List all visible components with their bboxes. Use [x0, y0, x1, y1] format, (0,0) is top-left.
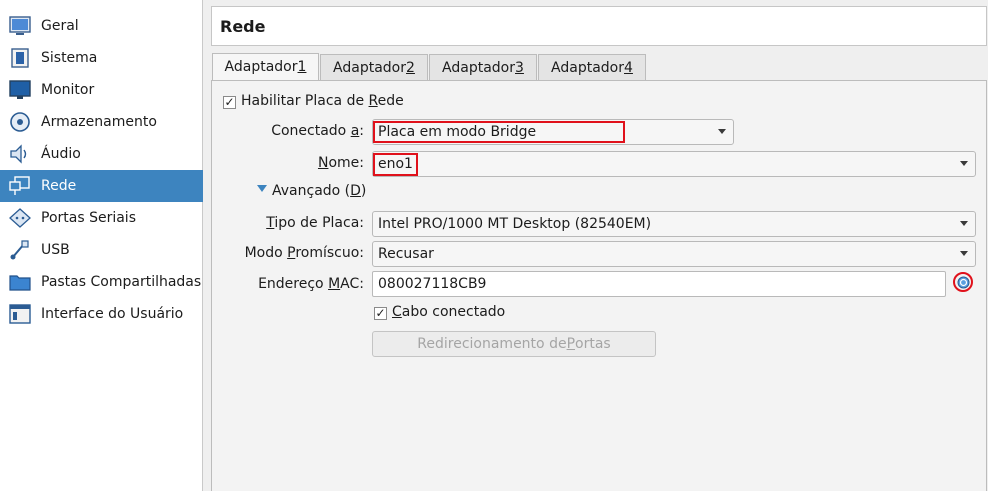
promiscuous-mode-select[interactable]: Recusar	[372, 241, 976, 267]
chevron-down-icon	[960, 221, 968, 226]
expand-arrow-icon[interactable]	[257, 185, 267, 192]
name-label: Nome:	[317, 155, 364, 171]
sidebar-item-label: Geral	[41, 18, 79, 34]
tab-key: 4	[624, 59, 633, 76]
serial-ports-icon	[8, 206, 32, 230]
sidebar-item-monitor[interactable]: Monitor	[0, 74, 203, 106]
enable-adapter-label: Habilitar Placa de Rede	[241, 93, 404, 109]
sidebar-item-label: Armazenamento	[41, 114, 157, 130]
sidebar-item-usb[interactable]: USB	[0, 234, 203, 266]
tab-key: 2	[406, 59, 415, 76]
sidebar-item-sistema[interactable]: Sistema	[0, 42, 203, 74]
sidebar-item-label: Portas Seriais	[41, 210, 136, 226]
settings-sidebar: Geral Sistema Monitor Armazenamento Áudi…	[0, 0, 203, 491]
monitor-icon	[8, 78, 32, 102]
sidebar-item-label: USB	[41, 242, 70, 258]
audio-icon	[8, 142, 32, 166]
tab-label: Adaptador	[551, 59, 625, 76]
tab-adaptador-2[interactable]: Adaptador 2	[320, 54, 428, 80]
main-panel: Rede Adaptador 1 Adaptador 2 Adaptador 3…	[211, 0, 988, 491]
cable-connected-label: Cabo conectado	[392, 304, 506, 320]
attached-to-label: Conectado a:	[271, 123, 364, 139]
name-highlight	[373, 153, 418, 176]
tab-label: Adaptador	[224, 59, 298, 75]
promiscuous-mode-value: Recusar	[378, 246, 434, 262]
adapter-type-select[interactable]: Intel PRO/1000 MT Desktop (82540EM)	[372, 211, 976, 237]
sidebar-item-portas-seriais[interactable]: Portas Seriais	[0, 202, 203, 234]
tab-label: Adaptador	[442, 59, 516, 76]
mac-address-input[interactable]: 080027118CB9	[372, 271, 946, 297]
sidebar-item-label: Interface do Usuário	[41, 306, 184, 322]
sidebar-item-interface-do-usuario[interactable]: Interface do Usuário	[0, 298, 203, 330]
network-icon	[8, 174, 32, 198]
refresh-icon	[957, 276, 969, 288]
refresh-mac-button[interactable]	[953, 272, 973, 292]
chevron-down-icon	[960, 161, 968, 166]
tab-adaptador-4[interactable]: Adaptador 4	[538, 54, 646, 80]
chevron-down-icon	[960, 251, 968, 256]
attached-to-highlight	[373, 121, 625, 143]
chevron-down-icon	[718, 129, 726, 134]
general-icon	[8, 14, 32, 38]
enable-adapter-checkbox[interactable]: ✓	[223, 96, 236, 109]
system-icon	[8, 46, 32, 70]
tab-label: Adaptador	[333, 59, 407, 76]
storage-icon	[8, 110, 32, 134]
sidebar-item-label: Áudio	[41, 146, 81, 162]
tab-key: 3	[515, 59, 524, 76]
name-select[interactable]: eno1	[372, 151, 976, 177]
page-title: Rede	[211, 6, 987, 46]
mac-address-value: 080027118CB9	[378, 276, 487, 292]
adapter-panel: ✓ Habilitar Placa de Rede Conectado a: P…	[211, 80, 987, 491]
tab-adaptador-3[interactable]: Adaptador 3	[429, 54, 537, 80]
adapter-type-label: Tipo de Placa:	[266, 215, 364, 231]
sidebar-item-armazenamento[interactable]: Armazenamento	[0, 106, 203, 138]
advanced-toggle[interactable]: Avançado (D)	[272, 183, 366, 199]
shared-folders-icon	[8, 270, 32, 294]
port-forwarding-button[interactable]: Redirecionamento de Portas	[372, 331, 656, 357]
sidebar-item-label: Pastas Compartilhadas	[41, 274, 202, 290]
mac-address-label: Endereço MAC:	[258, 276, 364, 292]
sidebar-item-audio[interactable]: Áudio	[0, 138, 203, 170]
user-interface-icon	[8, 302, 32, 326]
sidebar-item-geral[interactable]: Geral	[0, 10, 203, 42]
sidebar-item-label: Monitor	[41, 82, 95, 98]
adapter-type-value: Intel PRO/1000 MT Desktop (82540EM)	[378, 216, 652, 232]
usb-icon	[8, 238, 32, 262]
sidebar-item-rede[interactable]: Rede	[0, 170, 203, 202]
sidebar-item-label: Sistema	[41, 50, 98, 66]
cable-connected-checkbox[interactable]: ✓	[374, 307, 387, 320]
sidebar-item-pastas-compartilhadas[interactable]: Pastas Compartilhadas	[0, 266, 203, 298]
tab-key: 1	[297, 59, 307, 75]
tab-adaptador-1[interactable]: Adaptador 1	[212, 53, 319, 80]
sidebar-item-label: Rede	[41, 178, 77, 194]
promiscuous-mode-label: Modo Promíscuo:	[244, 245, 364, 261]
